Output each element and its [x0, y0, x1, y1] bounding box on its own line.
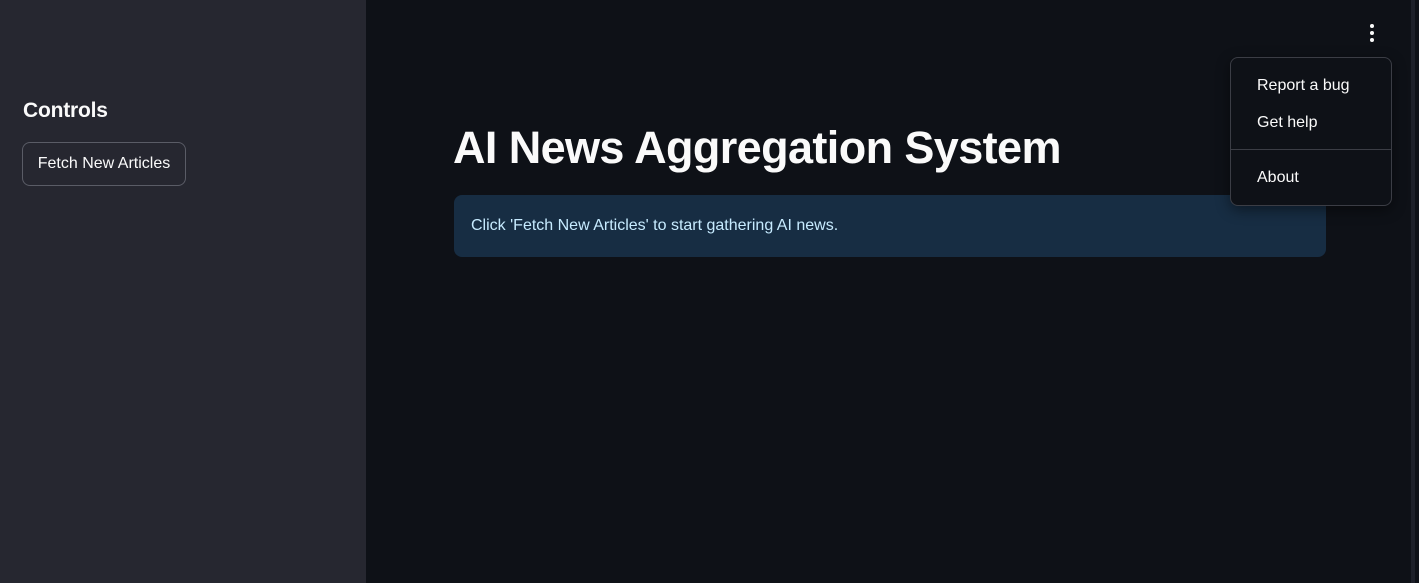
menu-item-report-bug[interactable]: Report a bug — [1231, 70, 1391, 102]
app-window: Controls Fetch New Articles AI News Aggr… — [0, 0, 1419, 583]
menu-item-about[interactable]: About — [1231, 162, 1391, 194]
main-menu-button[interactable] — [1359, 20, 1385, 46]
info-alert: Click 'Fetch New Articles' to start gath… — [454, 195, 1326, 257]
menu-item-get-help[interactable]: Get help — [1231, 107, 1391, 139]
scrollbar-track[interactable] — [1411, 0, 1415, 583]
menu-divider — [1231, 149, 1391, 150]
sidebar: Controls Fetch New Articles — [0, 0, 366, 583]
fetch-new-articles-button[interactable]: Fetch New Articles — [22, 142, 186, 186]
kebab-vertical-icon — [1370, 24, 1374, 42]
page-title: AI News Aggregation System — [453, 122, 1061, 173]
main-menu-dropdown: Report a bug Get help About — [1230, 57, 1392, 206]
sidebar-heading: Controls — [23, 99, 108, 122]
info-alert-text: Click 'Fetch New Articles' to start gath… — [471, 217, 839, 234]
